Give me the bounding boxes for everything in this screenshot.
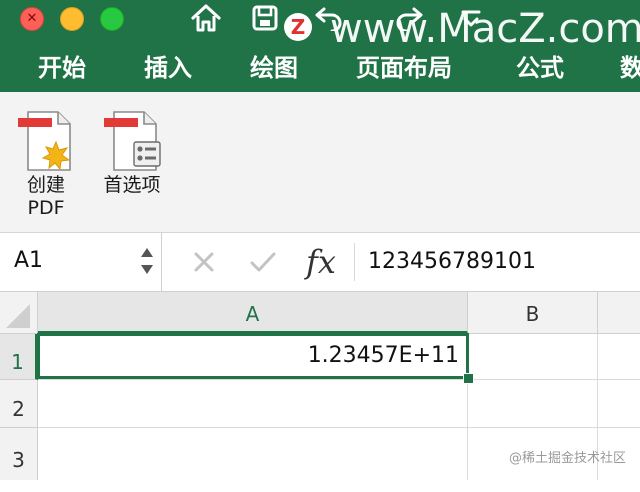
create-pdf-label-line1: 创建 — [26, 174, 65, 196]
formula-bar: A1 fx 123456789101 — [0, 233, 640, 292]
enter-icon[interactable] — [246, 233, 280, 291]
tab-insert[interactable]: 插入 — [144, 46, 192, 90]
formula-divider — [354, 243, 355, 281]
cell-b1[interactable] — [468, 334, 598, 380]
title-bar: ✕ Z www.MacZ.com 开始 插入 绘图 页面布局 公式 数 — [0, 0, 640, 92]
tab-draw[interactable]: 绘图 — [250, 46, 298, 90]
cancel-icon[interactable] — [188, 233, 220, 291]
column-header-c[interactable] — [598, 292, 640, 334]
select-all-button[interactable] — [0, 292, 38, 334]
preferences-icon — [100, 108, 164, 174]
close-icon: ✕ — [26, 11, 38, 26]
ribbon-panel: 创建 PDF 首选项 — [0, 92, 640, 233]
create-pdf-label-line2: PDF — [27, 197, 65, 219]
row-header-2[interactable]: 2 — [0, 380, 38, 428]
column-header-a[interactable]: A — [38, 292, 468, 334]
cell-a2[interactable] — [38, 380, 468, 428]
sheet-grid: A B 1 2 3 1.23457E+11 @稀土掘金技术社区 — [0, 292, 640, 480]
tab-formulas[interactable]: 公式 — [516, 46, 564, 90]
tab-page-layout[interactable]: 页面布局 — [356, 46, 452, 90]
active-cell-outline — [37, 333, 469, 379]
row-header-1[interactable]: 1 — [0, 334, 38, 380]
name-box-value: A1 — [14, 248, 44, 273]
cell-a3[interactable] — [38, 428, 468, 480]
tab-home[interactable]: 开始 — [38, 46, 86, 90]
preferences-button[interactable]: 首选项 — [96, 108, 168, 197]
column-header-b[interactable]: B — [468, 292, 598, 334]
zoom-window-button[interactable] — [100, 7, 124, 31]
tab-data[interactable]: 数 — [620, 46, 640, 90]
name-box[interactable]: A1 — [0, 233, 162, 291]
fill-handle[interactable] — [463, 373, 474, 384]
ribbon-tabs: 开始 插入 绘图 页面布局 公式 数 — [0, 46, 640, 90]
save-icon[interactable] — [248, 0, 282, 36]
preferences-label: 首选项 — [103, 174, 161, 196]
formula-input[interactable]: 123456789101 — [368, 233, 536, 291]
create-pdf-button[interactable]: 创建 PDF — [10, 108, 82, 220]
cell-c1[interactable] — [598, 334, 640, 380]
close-window-button[interactable]: ✕ — [20, 7, 44, 31]
home-icon[interactable] — [186, 0, 226, 36]
credit-watermark: @稀土掘金技术社区 — [508, 451, 626, 466]
watermark-logo: Z — [284, 13, 312, 41]
cell-c2[interactable] — [598, 380, 640, 428]
cell-b2[interactable] — [468, 380, 598, 428]
row-header-3[interactable]: 3 — [0, 428, 38, 480]
insert-function-button[interactable]: fx — [306, 233, 336, 291]
minimize-window-button[interactable] — [60, 7, 84, 31]
name-box-stepper-icon[interactable] — [138, 245, 156, 277]
create-pdf-icon — [14, 108, 78, 174]
